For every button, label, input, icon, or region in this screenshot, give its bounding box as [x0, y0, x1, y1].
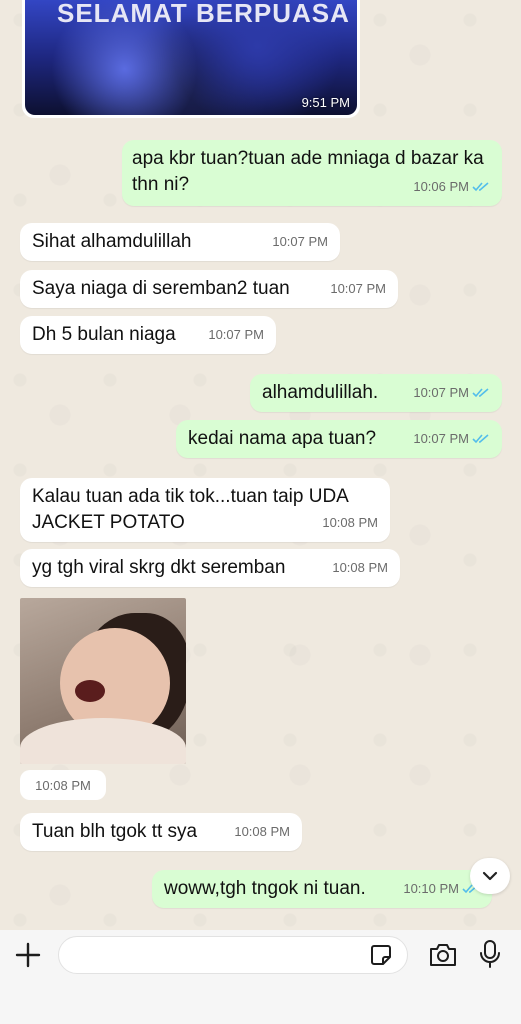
incoming-message[interactable]: Kalau tuan ada tik tok...tuan taip UDA J…	[20, 478, 390, 542]
camera-icon[interactable]	[428, 942, 458, 968]
message-time: 10:08 PM	[322, 515, 378, 530]
outgoing-message[interactable]: woww,tgh tngok ni tuan. 10:10 PM	[152, 870, 492, 908]
sticker-image[interactable]	[20, 598, 186, 764]
message-time: 10:07 PM	[208, 327, 264, 342]
message-time: 10:07 PM	[413, 385, 469, 400]
sticker-icon[interactable]	[369, 943, 393, 967]
microphone-icon[interactable]	[479, 939, 501, 969]
incoming-message[interactable]: yg tgh viral skrg dkt seremban 10:08 PM	[20, 549, 400, 587]
message-time: 10:07 PM	[272, 234, 328, 249]
incoming-message[interactable]: Tuan blh tgok tt sya 10:08 PM	[20, 813, 302, 851]
double-check-icon	[472, 182, 489, 192]
outgoing-message[interactable]: kedai nama apa tuan? 10:07 PM	[176, 420, 502, 458]
double-check-icon	[472, 388, 489, 398]
scroll-to-bottom-button[interactable]	[470, 858, 510, 894]
incoming-message[interactable]: Dh 5 bulan niaga 10:07 PM	[20, 316, 276, 354]
message-time: 10:08 PM	[332, 560, 388, 575]
message-time: 9:51 PM	[301, 95, 350, 110]
plus-icon[interactable]	[14, 941, 42, 969]
image-caption: SELAMAT BERPUASA	[57, 0, 350, 28]
outgoing-message[interactable]: alhamdulillah. 10:07 PM	[250, 374, 502, 412]
message-time: 10:07 PM	[413, 431, 469, 446]
message-time: 10:08 PM	[20, 770, 106, 800]
image-message[interactable]: SELAMAT BERPUASA 9:51 PM	[22, 0, 360, 118]
chevron-down-icon	[482, 871, 498, 881]
double-check-icon	[472, 434, 489, 444]
message-time: 10:10 PM	[403, 881, 459, 896]
outgoing-message[interactable]: apa kbr tuan?tuan ade mniaga d bazar ka …	[122, 140, 502, 206]
message-time: 10:06 PM	[413, 179, 469, 194]
incoming-message[interactable]: Sihat alhamdulillah 10:07 PM	[20, 223, 340, 261]
message-input[interactable]	[58, 936, 408, 974]
incoming-message[interactable]: Saya niaga di seremban2 tuan 10:07 PM	[20, 270, 398, 308]
message-time: 10:07 PM	[330, 281, 386, 296]
message-time: 10:08 PM	[234, 824, 290, 839]
